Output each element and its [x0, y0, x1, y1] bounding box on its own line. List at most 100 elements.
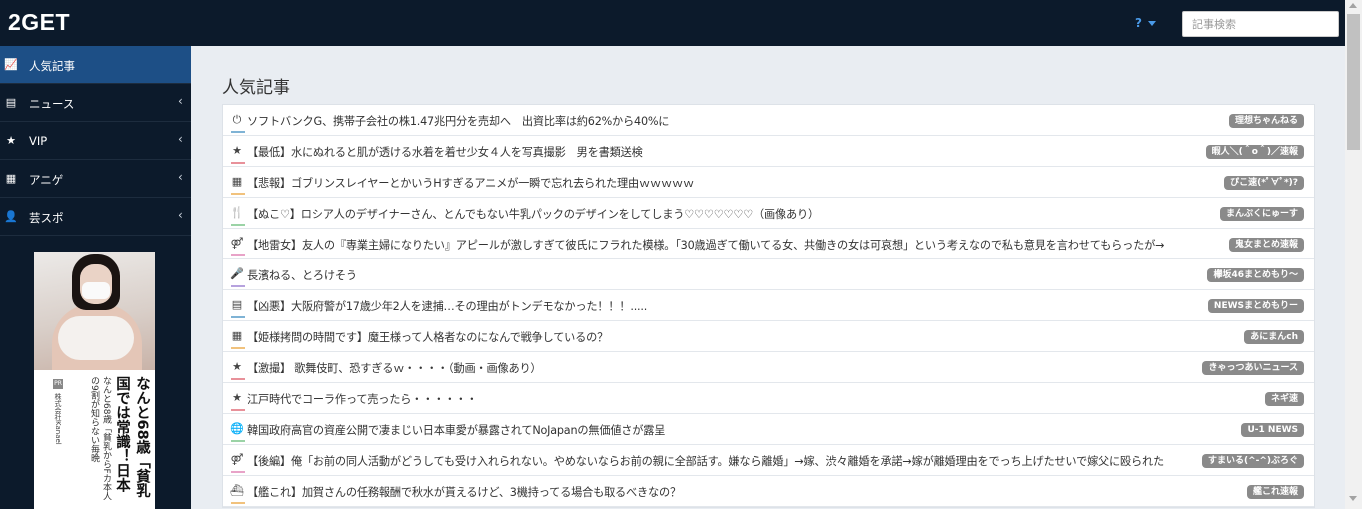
search-input[interactable] — [1182, 11, 1339, 37]
main-content: 人気記事 ⏻ ソフトバンクG、携帯子会社の株1.47兆円分を売却へ 出資比率は約6… — [191, 46, 1345, 509]
chevron-left-icon: ‹ — [178, 132, 183, 146]
article-title[interactable]: 【悲報】ゴブリンスレイヤーとかいうHすぎるアニメが一瞬で忘れ去られた理由ｗｗｗｗ… — [247, 175, 694, 191]
chart-line-icon: 📈 — [4, 58, 18, 71]
source-badge[interactable]: まんぷくにゅーす — [1219, 206, 1304, 221]
star-icon: ★ — [232, 143, 242, 157]
help-label: ? — [1135, 16, 1142, 30]
article-title[interactable]: 長濱ねる、とろけそう — [247, 267, 357, 283]
source-badge[interactable]: U-1 NEWS — [1241, 422, 1304, 437]
page-title: 人気記事 — [222, 78, 290, 98]
article-title[interactable]: 【最低】水にぬれると肌が透ける水着を着せ少女４人を写真撮影 男を書類送検 — [247, 144, 643, 160]
category-accent — [231, 254, 245, 257]
article-row[interactable]: 🍴 【ぬこ♡】ロシア人のデザイナーさん、とんでもない牛乳パックのデザインをしてしま… — [223, 198, 1314, 229]
article-title[interactable]: 【凶悪】大阪府警が17歳少年2人を逮捕…その理由がトンデモなかった！！！....… — [247, 298, 647, 314]
sidebar: 📈 人気記事 ▤ ニュース ‹ ★ VIP ‹ ▦ アニゲ ‹ 👤 芸スポ ‹ PR 株式会社Kanael… — [0, 46, 191, 509]
category-accent — [231, 192, 245, 195]
film-icon: ▦ — [5, 172, 17, 185]
source-badge[interactable]: 艦これ速報 — [1246, 484, 1304, 499]
sidebar-item-label: VIP — [29, 134, 48, 148]
article-title[interactable]: ソフトバンクG、携帯子会社の株1.47兆円分を売却へ 出資比率は約62%から40… — [247, 113, 669, 129]
article-title[interactable]: 【後編】俺「お前の同人活動がどうしても受け入れられない。やめないならお前の親に全… — [247, 453, 1164, 469]
article-title[interactable]: 【激撮】 歌舞伎町、恐すぎるｗ・・・・（動画・画像あり） — [247, 360, 542, 376]
category-accent — [231, 161, 245, 164]
category-accent — [231, 501, 245, 504]
newspaper-icon: ▤ — [5, 96, 17, 109]
globe-icon: 🌐 — [230, 421, 244, 435]
scroll-thumb[interactable] — [1347, 14, 1360, 150]
gender-icon: ⚤ — [230, 236, 244, 250]
category-accent — [231, 223, 245, 226]
article-list: ⏻ ソフトバンクG、携帯子会社の株1.47兆円分を売却へ 出資比率は約62%から4… — [222, 104, 1315, 508]
category-accent — [231, 130, 245, 133]
source-badge[interactable]: すまいる(^-^)ぶろぐ — [1201, 453, 1304, 468]
ship-icon: ⛴ — [230, 483, 244, 497]
article-row[interactable]: ★ 【激撮】 歌舞伎町、恐すぎるｗ・・・・（動画・画像あり） きゃっつあいニュース — [223, 352, 1314, 384]
star-icon: ★ — [232, 360, 242, 374]
sidebar-item-label: ニュース — [29, 97, 75, 111]
sidebar-item-label: 人気記事 — [29, 59, 75, 73]
sidebar-item[interactable]: ▤ ニュース ‹ — [0, 84, 191, 122]
article-row[interactable]: ▦ 【悲報】ゴブリンスレイヤーとかいうHすぎるアニメが一瞬で忘れ去られた理由ｗｗｗ… — [223, 167, 1314, 198]
sidebar-item-label: アニゲ — [29, 173, 64, 187]
scroll-down-icon[interactable] — [1349, 496, 1357, 501]
chevron-left-icon: ‹ — [178, 170, 183, 184]
cutlery-icon: 🍴 — [230, 205, 244, 219]
sidebar-item[interactable]: ▦ アニゲ ‹ — [0, 160, 191, 198]
article-row[interactable]: 🌐 韓国政府高官の資産公開で凄まじい日本車愛が暴露されてNoJapanの無価値さが… — [223, 414, 1314, 445]
chevron-left-icon: ‹ — [178, 208, 183, 222]
category-accent — [231, 439, 245, 442]
sidebar-nav: 📈 人気記事 ▤ ニュース ‹ ★ VIP ‹ ▦ アニゲ ‹ 👤 芸スポ ‹ — [0, 46, 191, 236]
sidebar-item[interactable]: ★ VIP ‹ — [0, 122, 191, 160]
article-row[interactable]: ★ 【最低】水にぬれると肌が透ける水着を着せ少女４人を写真撮影 男を書類送検 暇人＼… — [223, 136, 1314, 167]
caret-down-icon — [1147, 21, 1156, 26]
help-dropdown[interactable]: ? — [1135, 16, 1156, 30]
source-badge[interactable]: ネギ速 — [1264, 392, 1304, 407]
category-accent — [231, 285, 245, 288]
article-title[interactable]: 韓国政府高官の資産公開で凄まじい日本車愛が暴露されてNoJapanの無価値さが露… — [247, 422, 665, 438]
sidebar-item[interactable]: 👤 芸スポ ‹ — [0, 198, 191, 236]
article-row[interactable]: 🎤 長濱ねる、とろけそう 欅坂46まとめもり～ — [223, 259, 1314, 291]
article-row[interactable]: ▦ 【姫様拷問の時間です】魔王様って人格者なのになんで戦争しているの？ あにまんch — [223, 321, 1314, 353]
article-title[interactable]: 江戸時代でコーラ作って売ったら・・・・・・ — [247, 391, 477, 407]
article-title[interactable]: 【ぬこ♡】ロシア人のデザイナーさん、とんでもない牛乳パックのデザインをしてしまう… — [247, 206, 819, 222]
source-badge[interactable]: 理想ちゃんねる — [1228, 114, 1304, 128]
star-icon: ★ — [232, 391, 242, 405]
category-accent — [231, 316, 245, 319]
chevron-left-icon: ‹ — [178, 94, 183, 108]
source-badge[interactable]: ぴこ速(*ﾟ∀ﾟ*)? — [1224, 175, 1304, 190]
source-badge[interactable]: NEWSまとめもりー — [1207, 299, 1304, 314]
sidebar-item[interactable]: 📈 人気記事 — [0, 46, 191, 84]
site-logo[interactable]: 2GET — [8, 9, 70, 36]
source-badge[interactable]: 暇人＼(＾o＾)／速報 — [1205, 144, 1304, 159]
source-badge[interactable]: 欅坂46まとめもり～ — [1207, 268, 1304, 283]
category-accent — [231, 470, 245, 473]
film-icon: ▦ — [231, 329, 243, 343]
article-title[interactable]: 【姫様拷問の時間です】魔王様って人格者なのになんで戦争しているの？ — [247, 329, 608, 345]
category-accent — [231, 408, 245, 411]
power-icon: ⏻ — [232, 113, 242, 126]
gender-icon: ⚤ — [230, 452, 244, 466]
ad-headline: なんと68歳「貧乳国では常識！日本 — [114, 376, 150, 498]
source-badge[interactable]: きゃっつあいニュース — [1202, 361, 1304, 376]
source-badge[interactable]: 鬼女まとめ速報 — [1228, 237, 1304, 252]
scroll-up-icon[interactable] — [1349, 3, 1357, 8]
top-navbar: 2GET ? — [0, 0, 1345, 46]
article-title[interactable]: 【地雷女】友人の『専業主婦になりたい』アピールが激しすぎて彼氏にフラれた模様。「… — [247, 237, 1164, 253]
ad-image[interactable] — [34, 252, 155, 370]
ad-text[interactable]: なんと68歳「貧乳国では常識！日本 なんと68歳「貧乳からFカ本人の9割が知らな… — [52, 376, 152, 509]
star-icon: ★ — [6, 134, 16, 147]
sidebar-ad[interactable]: PR 株式会社Kanael なんと68歳「貧乳国では常識！日本 なんと68歳「貧… — [34, 252, 155, 509]
source-badge[interactable]: あにまんch — [1244, 330, 1304, 345]
article-row[interactable]: ⛴ 【艦これ】加賀さんの任務報酬で秋水が貰えるけど、3機持ってる場合も取るべきなの… — [223, 476, 1314, 507]
newspaper-icon: ▤ — [231, 298, 243, 312]
article-row[interactable]: ⚤ 【地雷女】友人の『専業主婦になりたい』アピールが激しすぎて彼氏にフラれた模様。… — [223, 229, 1314, 260]
article-row[interactable]: ⚤ 【後編】俺「お前の同人活動がどうしても受け入れられない。やめないならお前の親に… — [223, 445, 1314, 476]
article-row[interactable]: ⏻ ソフトバンクG、携帯子会社の株1.47兆円分を売却へ 出資比率は約62%から4… — [223, 105, 1314, 136]
page-scrollbar[interactable] — [1345, 0, 1362, 509]
article-row[interactable]: ▤ 【凶悪】大阪府警が17歳少年2人を逮捕…その理由がトンデモなかった！！！...… — [223, 290, 1314, 322]
category-accent — [231, 347, 245, 350]
film-icon: ▦ — [231, 174, 243, 188]
article-row[interactable]: ★ 江戸時代でコーラ作って売ったら・・・・・・ ネギ速 — [223, 383, 1314, 414]
article-title[interactable]: 【艦これ】加賀さんの任務報酬で秋水が貰えるけど、3機持ってる場合も取るべきなの？ — [247, 484, 681, 500]
ad-body: なんと68歳「貧乳からFカ本人の9割が知らない毎晩 — [89, 376, 111, 501]
